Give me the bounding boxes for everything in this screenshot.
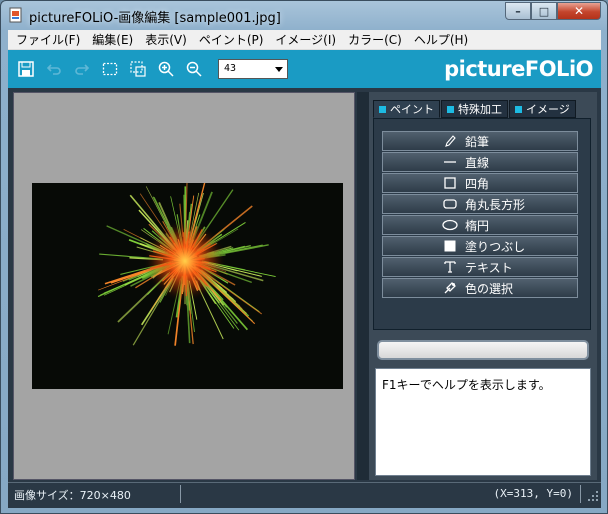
menu-edit[interactable]: 編集(E): [86, 30, 139, 50]
tab-label: 特殊加工: [458, 103, 502, 116]
zoom-out-icon: [186, 61, 202, 77]
app-icon: [9, 7, 22, 23]
canvas-area[interactable]: [13, 92, 355, 480]
resize-grip-icon[interactable]: [588, 491, 598, 501]
splitter[interactable]: [357, 92, 369, 480]
zoom-in-icon: [158, 61, 174, 77]
toolbar: 43 pictureFOLiO: [8, 50, 601, 88]
ellipse-icon: [439, 218, 461, 232]
zoom-in-button[interactable]: [154, 57, 178, 81]
status-divider: [580, 485, 581, 503]
select-rect-button[interactable]: [98, 57, 122, 81]
menu-color[interactable]: カラー(C): [342, 30, 408, 50]
undo-icon: [46, 64, 61, 75]
rounded-rectangle-icon: [439, 197, 461, 211]
title-bar[interactable]: pictureFOLiO-画像編集 [sample001.jpg] – □ ✕: [1, 1, 607, 29]
redo-icon: [75, 64, 90, 75]
help-text: F1キーでヘルプを表示します。: [375, 368, 591, 476]
select-rect-icon: [102, 62, 118, 76]
tool-label: 塗りつぶし: [465, 239, 526, 254]
panel-tabs: ペイント 特殊加工 イメージ: [373, 100, 591, 118]
tool-ellipse[interactable]: 楕円: [382, 215, 578, 235]
save-icon: [18, 61, 34, 77]
tab-label: ペイント: [390, 103, 434, 116]
app-window: pictureFOLiO-画像編集 [sample001.jpg] – □ ✕ …: [0, 0, 608, 514]
line-icon: [439, 155, 461, 169]
minimize-button[interactable]: –: [505, 2, 531, 20]
tool-label: テキスト: [465, 260, 513, 275]
tool-list: 鉛筆 直線 四角 角丸長方形 楕円 塗りつぶし テキスト 色の選択: [382, 131, 578, 299]
tool-label: 色の選択: [465, 281, 514, 296]
tab-marker-icon: [447, 105, 454, 113]
redo-button[interactable]: [70, 57, 94, 81]
menu-view[interactable]: 表示(V): [139, 30, 193, 50]
tab-marker-icon: [515, 105, 522, 113]
tool-color-picker[interactable]: 色の選択: [382, 278, 578, 298]
maximize-button[interactable]: □: [531, 2, 557, 20]
zoom-out-button[interactable]: [182, 57, 206, 81]
tool-rounded-rectangle[interactable]: 角丸長方形: [382, 194, 578, 214]
undo-button[interactable]: [42, 57, 66, 81]
text-icon: [439, 260, 461, 274]
chevron-down-icon: [275, 67, 283, 72]
tool-fill[interactable]: 塗りつぶし: [382, 236, 578, 256]
close-button[interactable]: ✕: [557, 2, 601, 20]
tool-label: 鉛筆: [465, 134, 490, 149]
tool-panel: ペイント 特殊加工 イメージ 鉛筆 直線 四角 角丸長方形 楕円 塗りつぶし テ…: [369, 92, 597, 480]
tool-label: 直線: [465, 155, 490, 170]
window-title: pictureFOLiO-画像編集 [sample001.jpg]: [29, 11, 281, 26]
tool-line[interactable]: 直線: [382, 152, 578, 172]
tab-paint[interactable]: ペイント: [373, 100, 440, 118]
tool-pencil[interactable]: 鉛筆: [382, 131, 578, 151]
image-size-status: 画像サイズ：720×480: [14, 489, 131, 502]
save-button[interactable]: [14, 57, 38, 81]
close-icon: ✕: [573, 4, 585, 18]
status-field[interactable]: [377, 340, 589, 360]
tab-marker-icon: [379, 105, 386, 113]
tab-content: 鉛筆 直線 四角 角丸長方形 楕円 塗りつぶし テキスト 色の選択: [373, 118, 591, 330]
zoom-select[interactable]: 43: [218, 59, 288, 79]
menu-bar: ファイル(F) 編集(E) 表示(V) ペイント(P) イメージ(I) カラー(…: [8, 30, 601, 50]
select-fit-button[interactable]: [126, 57, 150, 81]
pencil-icon: [439, 134, 461, 148]
tool-label: 角丸長方形: [465, 197, 526, 212]
fireworks-image: [32, 183, 343, 389]
tool-rectangle[interactable]: 四角: [382, 173, 578, 193]
menu-file[interactable]: ファイル(F): [10, 30, 86, 50]
image-canvas[interactable]: [32, 183, 343, 389]
window-controls: – □ ✕: [505, 2, 601, 20]
menu-image[interactable]: イメージ(I): [269, 30, 342, 50]
menu-paint[interactable]: ペイント(P): [193, 30, 270, 50]
zoom-value: 43: [224, 63, 237, 74]
tab-label: イメージ: [526, 103, 570, 116]
tool-label: 楕円: [465, 218, 490, 233]
maximize-icon: □: [538, 4, 550, 18]
fill-icon: [439, 239, 461, 253]
select-fit-icon: [130, 61, 146, 77]
status-bar: 画像サイズ：720×480 (X=313, Y=0): [8, 482, 601, 504]
status-divider: [180, 485, 181, 503]
eyedropper-icon: [439, 281, 461, 295]
minimize-icon: –: [515, 4, 521, 18]
tool-text[interactable]: テキスト: [382, 257, 578, 277]
tool-label: 四角: [465, 176, 490, 191]
canvas-viewport: [14, 93, 354, 479]
tab-image[interactable]: イメージ: [509, 100, 576, 118]
brand-logo: pictureFOLiO: [444, 57, 593, 81]
tab-effects[interactable]: 特殊加工: [441, 100, 508, 118]
cursor-coords: (X=313, Y=0): [493, 487, 573, 500]
client-area: ファイル(F) 編集(E) 表示(V) ペイント(P) イメージ(I) カラー(…: [8, 30, 601, 508]
rectangle-icon: [439, 176, 461, 190]
menu-help[interactable]: ヘルプ(H): [408, 30, 474, 50]
